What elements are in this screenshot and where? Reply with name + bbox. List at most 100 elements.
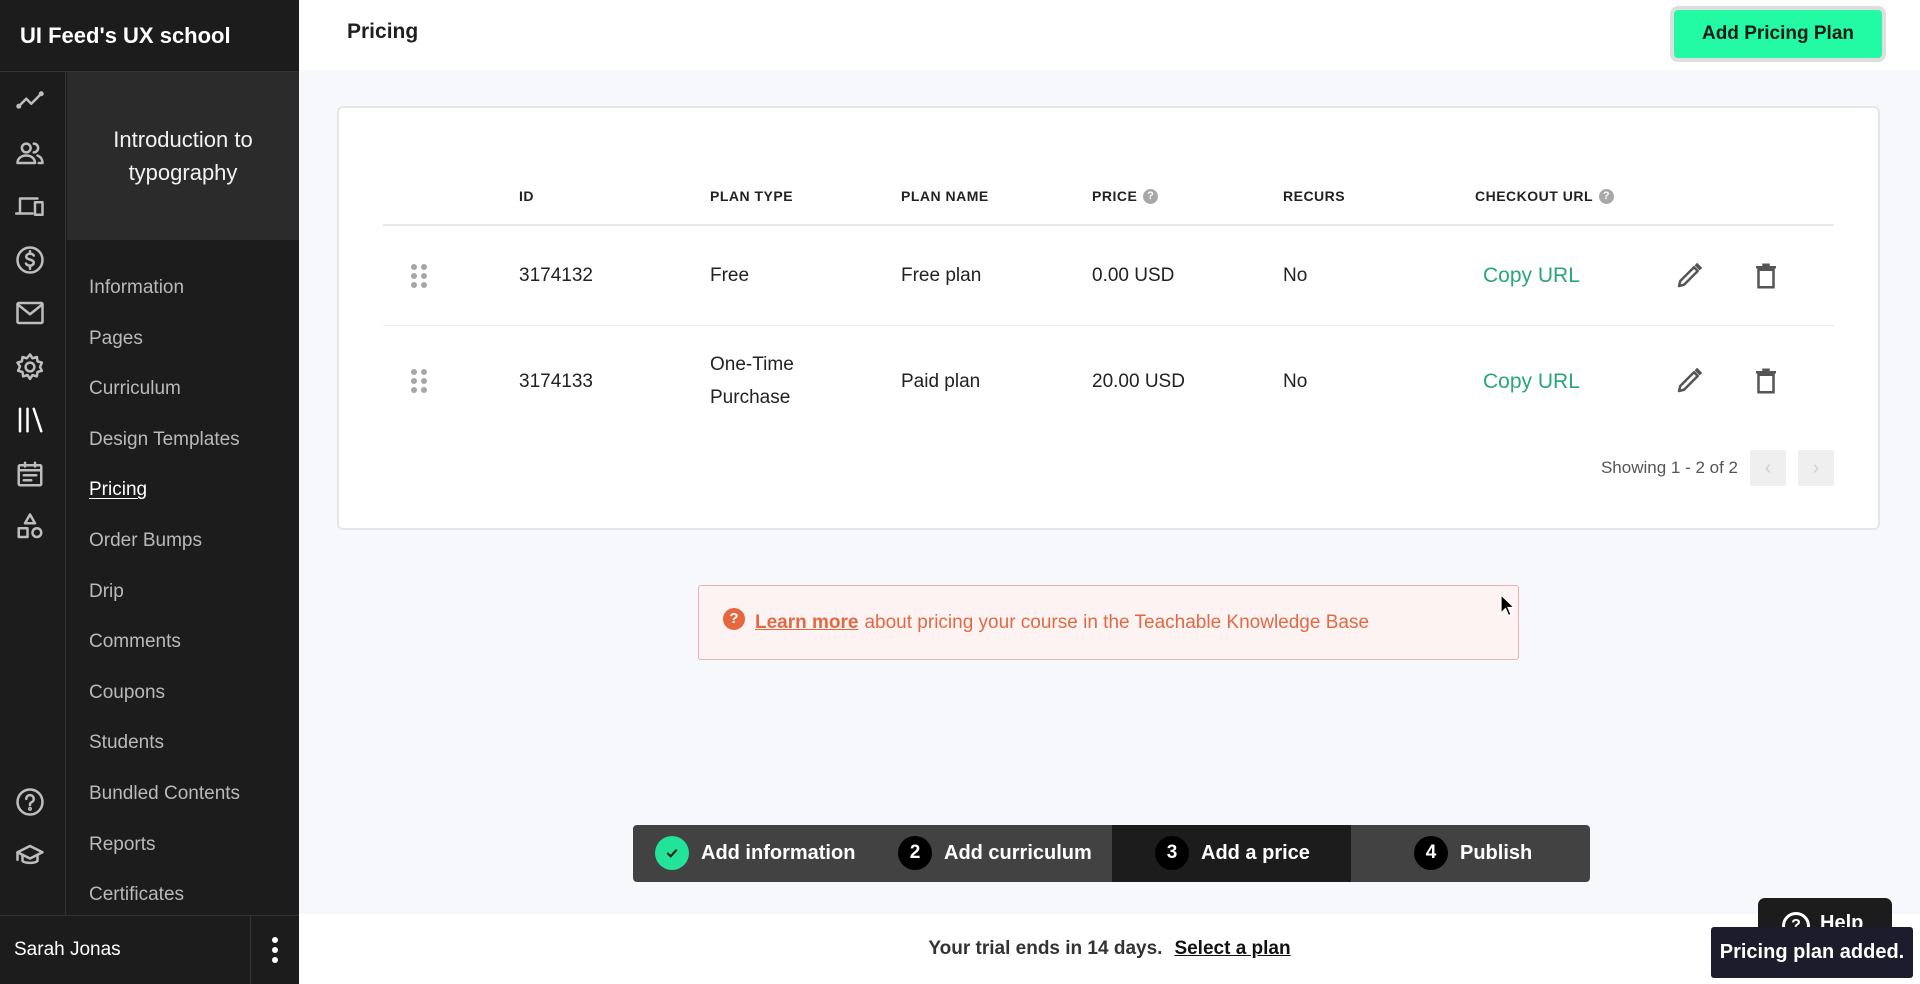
plan-id: 3174133 xyxy=(519,370,593,392)
graduation-cap-icon[interactable] xyxy=(14,840,46,872)
user-bar: Sarah Jonas xyxy=(0,915,299,984)
previous-page-button[interactable]: ‹ xyxy=(1750,450,1786,486)
column-header-price: PRICE ? xyxy=(1092,168,1159,224)
step-add-a-price[interactable]: 3 Add a price xyxy=(1155,836,1310,870)
course-title[interactable]: Introduction to typography xyxy=(67,72,299,240)
edit-plan-button[interactable] xyxy=(1674,326,1704,436)
drag-handle[interactable] xyxy=(411,226,431,325)
knowledge-base-banner: ? Learn more about pricing your course i… xyxy=(698,585,1519,660)
user-menu-button[interactable] xyxy=(250,916,299,984)
help-circle-icon[interactable] xyxy=(14,786,46,818)
chevron-left-icon: ‹ xyxy=(1764,456,1772,479)
mouse-cursor-icon xyxy=(1500,594,1516,617)
settings-icon[interactable] xyxy=(14,351,46,383)
page-title: Pricing xyxy=(347,20,419,43)
plan-type: One-Time Purchase xyxy=(710,354,794,408)
plan-price: 20.00 USD xyxy=(1092,370,1185,392)
question-icon: ? xyxy=(723,607,745,630)
email-icon[interactable] xyxy=(14,297,46,329)
column-header-recurs: RECURS xyxy=(1283,168,1345,224)
sidebar-item-information[interactable]: Information xyxy=(67,266,299,317)
devices-icon[interactable] xyxy=(14,190,46,222)
drag-handle-icon xyxy=(411,369,427,393)
column-header-plan-name: PLAN NAME xyxy=(901,168,989,224)
sidebar-item-order-bumps[interactable]: Order Bumps xyxy=(67,519,299,570)
add-pricing-plan-button[interactable]: Add Pricing Plan xyxy=(1670,6,1886,62)
step-number: 2 xyxy=(898,836,932,870)
sidebar-item-design-templates[interactable]: Design Templates xyxy=(67,418,299,469)
calendar-icon[interactable] xyxy=(14,458,46,490)
next-page-button[interactable]: › xyxy=(1798,450,1834,486)
trial-text: Your trial ends in 14 days. xyxy=(928,938,1163,959)
step-label: Add information xyxy=(701,841,856,864)
table-row: 3174132 Free Free plan 0.00 USD No Copy … xyxy=(383,226,1834,326)
icon-rail xyxy=(0,72,66,915)
sidebar-item-reports[interactable]: Reports xyxy=(67,823,299,874)
plan-name: Paid plan xyxy=(901,370,981,392)
learn-more-link[interactable]: Learn more xyxy=(755,612,858,634)
column-header-label: ID xyxy=(519,188,534,204)
users-icon[interactable] xyxy=(14,137,46,169)
library-icon[interactable] xyxy=(14,404,46,436)
sidebar-item-drip[interactable]: Drip xyxy=(67,570,299,621)
sidebar-item-curriculum[interactable]: Curriculum xyxy=(67,367,299,418)
sidebar-item-pages[interactable]: Pages xyxy=(67,317,299,368)
step-add-information[interactable]: Add information xyxy=(655,836,855,870)
plan-type: Free xyxy=(710,265,750,286)
sidebar-item-coupons[interactable]: Coupons xyxy=(67,671,299,722)
copy-url-link[interactable]: Copy URL xyxy=(1483,326,1580,436)
course-nav: Information Pages Curriculum Design Temp… xyxy=(67,266,299,924)
price-help-icon[interactable]: ? xyxy=(1143,188,1159,204)
step-number: 4 xyxy=(1414,836,1448,870)
step-label: Publish xyxy=(1460,841,1533,864)
step-add-curriculum[interactable]: 2 Add curriculum xyxy=(898,836,1092,870)
sidebar-item-students[interactable]: Students xyxy=(67,721,299,772)
user-name[interactable]: Sarah Jonas xyxy=(0,939,250,961)
step-publish[interactable]: 4 Publish xyxy=(1414,836,1532,870)
select-plan-link[interactable]: Select a plan xyxy=(1174,938,1290,960)
pencil-icon xyxy=(1677,367,1703,393)
table-row: 3174133 One-Time Purchase Paid plan 20.0… xyxy=(383,326,1834,436)
kebab-icon xyxy=(272,935,278,965)
sales-icon[interactable] xyxy=(14,244,46,276)
trash-icon xyxy=(1756,263,1776,288)
step-label: Add curriculum xyxy=(944,841,1092,864)
edit-plan-button[interactable] xyxy=(1674,226,1704,325)
column-header-id: ID xyxy=(519,168,534,224)
shapes-icon[interactable] xyxy=(14,511,46,543)
column-header-label: PLAN NAME xyxy=(901,188,989,204)
school-name[interactable]: UI Feed's UX school xyxy=(0,0,299,72)
trial-banner: Your trial ends in 14 days. Select a pla… xyxy=(299,914,1920,984)
delete-plan-button[interactable] xyxy=(1751,226,1781,325)
drag-handle[interactable] xyxy=(411,326,431,436)
column-header-label: PRICE xyxy=(1092,188,1138,204)
sidebar-item-pricing[interactable]: Pricing xyxy=(67,468,299,519)
sidebar: UI Feed's UX school Introduction to typo… xyxy=(0,0,299,984)
copy-url-link[interactable]: Copy URL xyxy=(1483,226,1580,325)
toast-notification: Pricing plan added. xyxy=(1711,927,1913,978)
delete-plan-button[interactable] xyxy=(1751,326,1781,436)
drag-handle-icon xyxy=(411,263,427,288)
plan-name: Free plan xyxy=(901,265,982,286)
sidebar-item-comments[interactable]: Comments xyxy=(67,620,299,671)
checkout-url-help-icon[interactable]: ? xyxy=(1599,188,1614,204)
pagination: Showing 1 - 2 of 2 ‹ › xyxy=(1601,450,1834,486)
pencil-icon xyxy=(1677,262,1703,287)
course-setup-stepper: Add information 2 Add curriculum 3 Add a… xyxy=(633,825,1590,882)
chevron-right-icon: › xyxy=(1812,456,1820,479)
analytics-icon[interactable] xyxy=(14,84,46,116)
table-header: ID PLAN TYPE PLAN NAME PRICE ? RECURS CH… xyxy=(383,168,1834,226)
column-header-label: PLAN TYPE xyxy=(710,188,794,204)
plan-recurs: No xyxy=(1283,265,1308,286)
banner-text: about pricing your course in the Teachab… xyxy=(864,611,1370,633)
step-number: 3 xyxy=(1155,836,1189,870)
plan-price: 0.00 USD xyxy=(1092,265,1175,286)
column-header-plan-type: PLAN TYPE xyxy=(710,168,793,224)
step-label: Add a price xyxy=(1201,841,1310,864)
trash-icon xyxy=(1756,368,1776,394)
column-header-label: CHECKOUT URL xyxy=(1475,188,1593,204)
plan-id: 3174132 xyxy=(519,265,593,286)
plan-recurs: No xyxy=(1283,370,1308,392)
sidebar-item-bundled-contents[interactable]: Bundled Contents xyxy=(67,772,299,823)
check-icon xyxy=(655,836,689,870)
